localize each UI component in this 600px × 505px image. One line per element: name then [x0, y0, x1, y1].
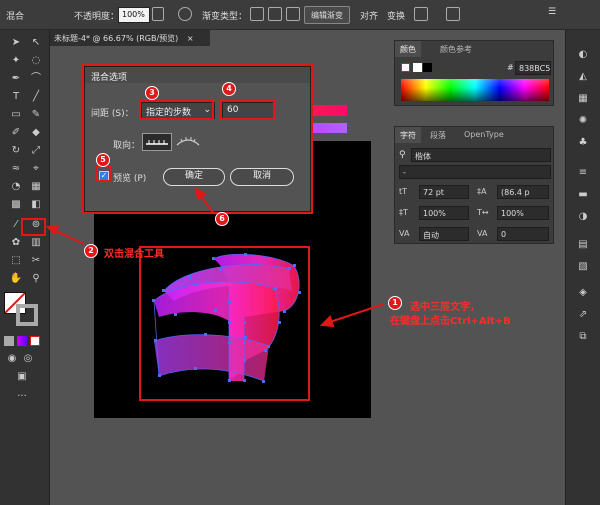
tab-opentype[interactable]: OpenType	[459, 127, 509, 143]
color-panel-icon[interactable]: ◐	[575, 48, 591, 62]
tracking-icon: VA	[477, 229, 488, 238]
tab-character[interactable]: 字符	[395, 127, 421, 143]
tab-color-guide[interactable]: 颜色参考	[435, 41, 477, 57]
font-family-select[interactable]: 楷体	[411, 148, 551, 162]
vertical-scale-input[interactable]: 100%	[419, 206, 469, 220]
step2-instruction: 双击混合工具	[104, 249, 164, 260]
color-panel: 颜色 颜色参考 # 838BC5	[394, 40, 554, 106]
black-swatch[interactable]	[423, 63, 432, 72]
character-panel: 字符 段落 OpenType ⚲ 楷体 - tT 72 pt ‡A (86.4 …	[394, 126, 554, 244]
none-swatch-icon[interactable]	[401, 63, 410, 72]
right-panel-dock: ◐ ◭ ▦ ✺ ♣ ≡ ▬ ◑ ▤ ▧ ◈ ⇗ ⧉	[565, 30, 600, 505]
layers-icon[interactable]: ◈	[575, 286, 591, 300]
step1-instruction-line1: 选中三层文字，	[410, 302, 480, 313]
transparency-icon[interactable]: ◑	[575, 210, 591, 224]
tab-opentype-label: OpenType	[464, 130, 504, 139]
leading-icon: ‡A	[477, 187, 487, 196]
step1-instruction-line2: 在键盘上点击Ctrl+Alt+B	[390, 316, 511, 327]
font-family-value: 楷体	[415, 152, 431, 161]
export-icon[interactable]: ⇗	[575, 308, 591, 322]
tracking-input[interactable]: 0	[497, 227, 549, 241]
symbols-icon[interactable]: ♣	[575, 136, 591, 150]
color-spectrum[interactable]	[401, 79, 549, 101]
stroke-icon[interactable]: ≡	[575, 166, 591, 180]
tab-paragraph[interactable]: 段落	[425, 127, 451, 143]
kerning-input[interactable]: 自动	[419, 227, 469, 241]
tab-color[interactable]: 颜色	[395, 41, 421, 57]
artboards-icon[interactable]: ⧉	[575, 330, 591, 344]
gradient-panel-icon[interactable]: ▬	[575, 188, 591, 202]
hash-symbol: #	[507, 63, 514, 72]
font-size-icon: tT	[399, 187, 408, 196]
font-search-icon: ⚲	[399, 150, 406, 160]
tab-color-label: 颜色	[400, 45, 416, 54]
font-size-input[interactable]: 72 pt	[419, 185, 469, 199]
hex-input[interactable]: 838BC5	[515, 61, 551, 75]
swatches-icon[interactable]: ▦	[575, 92, 591, 106]
tab-character-label: 字符	[400, 131, 416, 140]
kerning-icon: VA	[399, 229, 410, 238]
tab-paragraph-label: 段落	[430, 131, 446, 140]
vertical-scale-icon: ‡T	[399, 208, 408, 217]
tab-color-guide-label: 颜色参考	[440, 45, 472, 54]
brushes-icon[interactable]: ✺	[575, 114, 591, 128]
appearance-icon[interactable]: ▤	[575, 238, 591, 252]
horizontal-scale-input[interactable]: 100%	[497, 206, 549, 220]
graphic-styles-icon[interactable]: ▧	[575, 260, 591, 274]
font-style-select[interactable]: -	[399, 165, 551, 179]
horizontal-scale-icon: T↔	[477, 208, 489, 217]
font-style-value: -	[403, 168, 406, 177]
white-swatch[interactable]	[413, 63, 422, 72]
leading-input[interactable]: (86.4 p	[497, 185, 549, 199]
color-guide-icon[interactable]: ◭	[575, 70, 591, 84]
